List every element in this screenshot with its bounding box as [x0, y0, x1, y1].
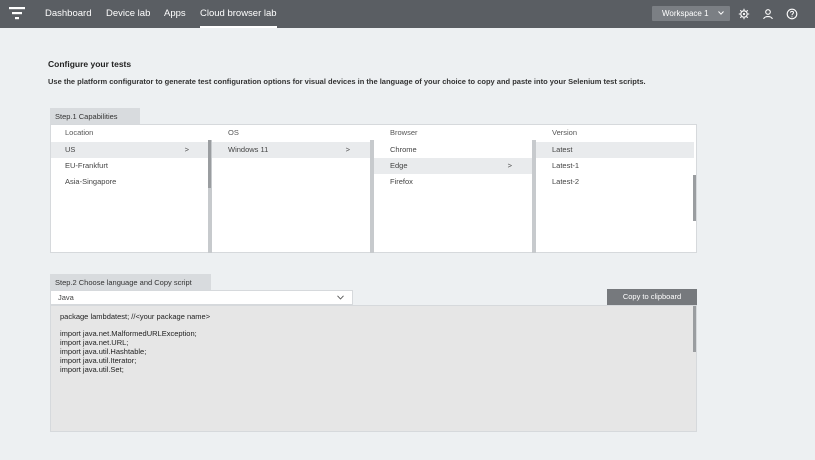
item-label: Windows 11 [228, 145, 269, 154]
location-scrollbar[interactable] [208, 140, 211, 188]
version-item-latest-2[interactable]: Latest-2 [536, 174, 694, 190]
code-line: import java.util.Set; [60, 365, 124, 374]
code-line: import java.net.MalformedURLException; [60, 329, 197, 338]
top-navigation-bar: Dashboard Device lab Apps Cloud browser … [0, 0, 815, 28]
step2-label: Step.2 Choose language and Copy script [50, 274, 211, 291]
chevron-right-icon: > [507, 161, 512, 170]
nav-dashboard[interactable]: Dashboard [45, 0, 91, 28]
chevron-down-icon [718, 11, 724, 15]
item-label: Edge [390, 161, 408, 170]
browser-item-chrome[interactable]: Chrome [374, 142, 532, 158]
chevron-down-icon [337, 295, 344, 300]
logo-icon[interactable] [8, 5, 26, 23]
code-script-box[interactable]: package lambdatest; //<your package name… [50, 305, 697, 432]
column-header-location: Location [65, 128, 94, 137]
copy-to-clipboard-button[interactable]: Copy to clipboard [607, 289, 697, 305]
version-scrollbar[interactable] [693, 175, 696, 221]
version-item-latest[interactable]: Latest [536, 142, 694, 158]
browser-item-firefox[interactable]: Firefox [374, 174, 532, 190]
chevron-right-icon: > [345, 145, 350, 154]
page-title: Configure your tests [48, 59, 132, 69]
code-scrollbar[interactable] [693, 306, 696, 352]
code-line: package lambdatest; //<your package name… [60, 312, 211, 321]
code-line: import java.util.Iterator; [60, 356, 137, 365]
item-label: Latest-1 [552, 161, 580, 170]
browser-column: Chrome Edge > Firefox [374, 140, 532, 253]
workspace-dropdown[interactable]: Workspace 1 [652, 6, 730, 21]
user-icon[interactable] [762, 8, 774, 20]
page-subtitle: Use the platform configurator to generat… [48, 77, 646, 86]
item-label: Firefox [390, 177, 413, 186]
location-item-eu-frankfurt[interactable]: EU-Frankfurt [51, 158, 209, 174]
version-column: Latest Latest-1 Latest-2 [536, 140, 694, 253]
os-item-windows-11[interactable]: Windows 11 > [212, 142, 370, 158]
workspace-label: Workspace 1 [662, 9, 709, 18]
item-label: Latest-2 [552, 177, 580, 186]
column-header-version: Version [552, 128, 578, 137]
location-column: US > EU-Frankfurt Asia-Singapore [51, 140, 209, 253]
item-label: Latest [552, 145, 573, 154]
column-header-browser: Browser [390, 128, 418, 137]
item-label: US [65, 145, 76, 154]
nav-device-lab[interactable]: Device lab [106, 0, 150, 28]
code-line: import java.util.Hashtable; [60, 347, 147, 356]
nav-cloud-browser-lab[interactable]: Cloud browser lab [200, 0, 277, 28]
code-line: import java.net.URL; [60, 338, 129, 347]
location-item-asia-singapore[interactable]: Asia-Singapore [51, 174, 209, 190]
gear-icon[interactable] [738, 8, 750, 20]
step1-label: Step.1 Capabilities [50, 108, 140, 125]
item-label: EU-Frankfurt [65, 161, 108, 170]
help-icon[interactable] [786, 8, 798, 20]
chevron-right-icon: > [184, 145, 189, 154]
location-item-us[interactable]: US > [51, 142, 209, 158]
language-value: Java [58, 293, 74, 302]
nav-apps[interactable]: Apps [164, 0, 186, 28]
item-label: Asia-Singapore [65, 177, 117, 186]
os-column: Windows 11 > [212, 140, 370, 253]
item-label: Chrome [390, 145, 417, 154]
column-header-os: OS [228, 128, 239, 137]
browser-item-edge[interactable]: Edge > [374, 158, 532, 174]
capabilities-panel: Location OS Browser Version US > EU-Fran… [50, 124, 697, 253]
language-select[interactable]: Java [50, 290, 353, 305]
version-item-latest-1[interactable]: Latest-1 [536, 158, 694, 174]
